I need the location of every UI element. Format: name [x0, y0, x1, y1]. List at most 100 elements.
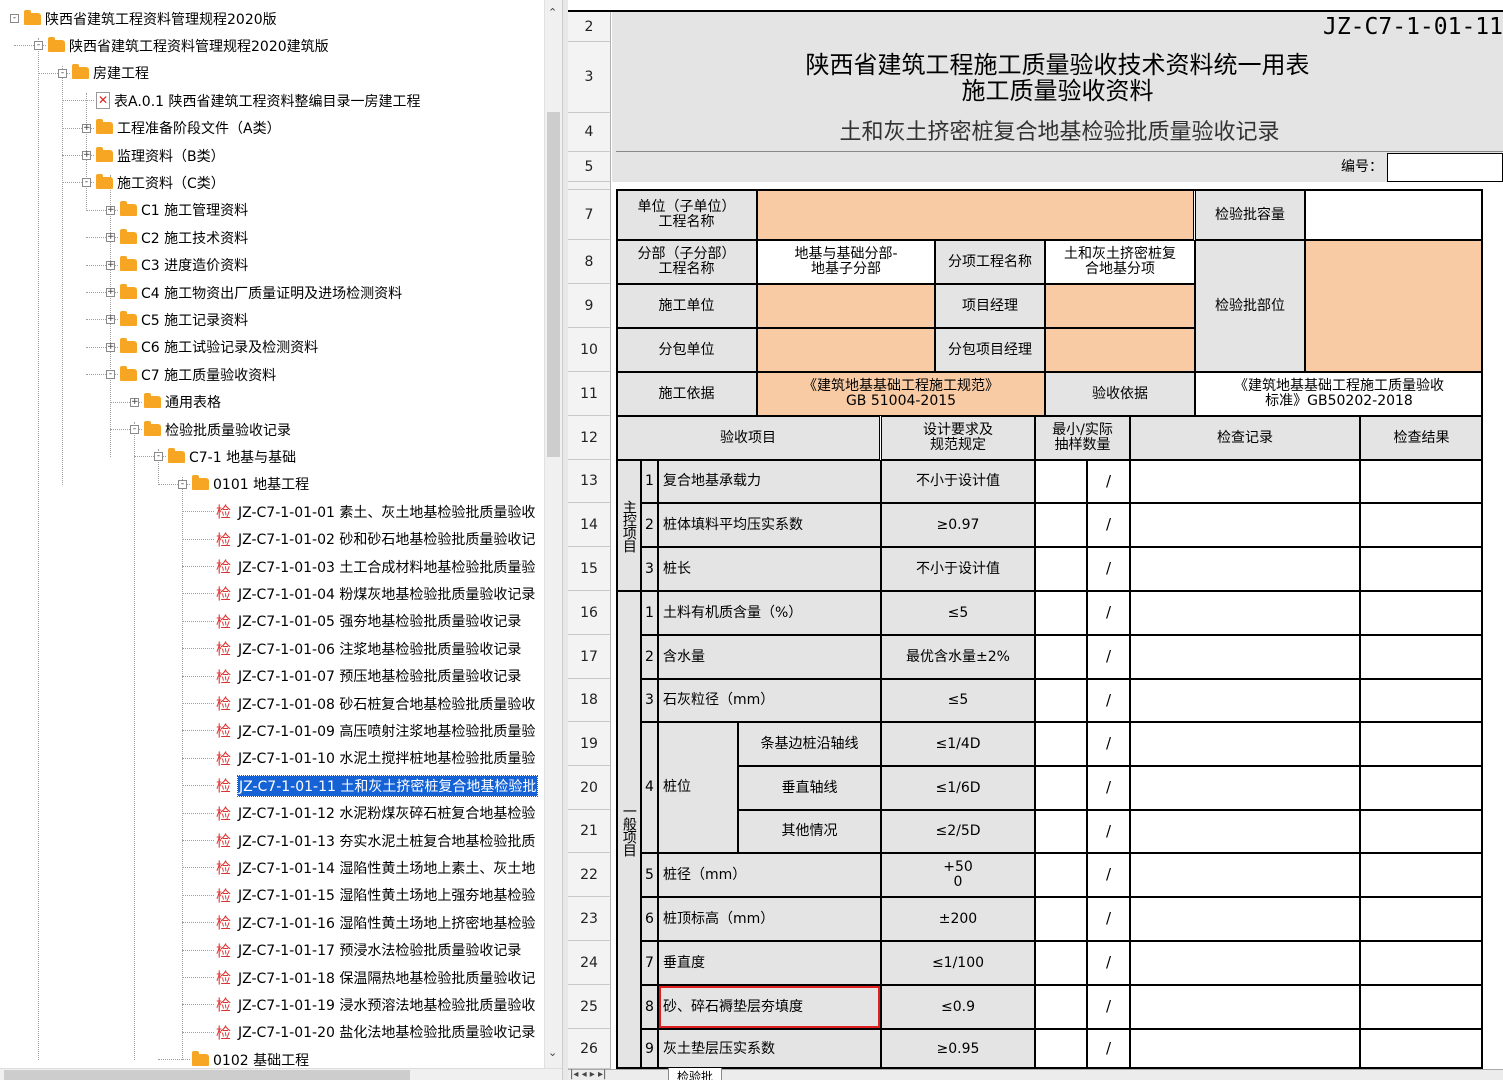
tree-item[interactable]: C2 施工技术资料: [120, 224, 248, 251]
tree-item-label[interactable]: JZ-C7-1-01-14 湿陷性黄土场地上素土、灰土地: [238, 858, 535, 878]
subcontract-unit-input[interactable]: [757, 328, 935, 372]
row-header[interactable]: 23: [568, 897, 611, 941]
sampling-min-input[interactable]: [1035, 1029, 1087, 1069]
row-header[interactable]: 9: [568, 284, 611, 328]
tree-item[interactable]: C6 施工试验记录及检测资料: [120, 334, 318, 361]
tree-item[interactable]: C1 施工管理资料: [120, 197, 248, 224]
tree-item[interactable]: C3 进度造价资料: [120, 252, 248, 279]
tree-item-label[interactable]: C1 施工管理资料: [141, 200, 248, 220]
tree-item[interactable]: 检 JZ-C7-1-01-07 预压地基检验批质量验收记录: [216, 663, 521, 690]
tree-item-label[interactable]: JZ-C7-1-01-03 土工合成材料地基检验批质量验: [238, 557, 535, 577]
expand-toggle-icon[interactable]: +: [82, 151, 91, 160]
sheet-tab[interactable]: 检验批: [668, 1068, 723, 1080]
tree-item[interactable]: 检 JZ-C7-1-01-16 湿陷性黄土场地上挤密地基检验: [216, 909, 535, 936]
expand-toggle-icon[interactable]: +: [106, 205, 115, 215]
row-header[interactable]: 21: [568, 810, 611, 853]
tree-item-label[interactable]: 通用表格: [165, 392, 221, 412]
tree-item-label[interactable]: 0101 地基工程: [213, 474, 309, 494]
tree-horizontal-scrollbar[interactable]: [0, 1068, 562, 1080]
sampling-min-input[interactable]: [1035, 460, 1087, 503]
tree-item[interactable]: 房建工程: [72, 60, 149, 87]
check-record-input[interactable]: [1130, 810, 1360, 853]
tree-item-label[interactable]: JZ-C7-1-01-15 湿陷性黄土场地上强夯地基检验: [238, 885, 535, 905]
scroll-thumb[interactable]: [547, 112, 560, 457]
tree-item-label[interactable]: C6 施工试验记录及检测资料: [141, 337, 318, 357]
sampling-min-input[interactable]: [1035, 810, 1087, 853]
row-header[interactable]: 18: [568, 679, 611, 722]
number-input[interactable]: [1387, 153, 1503, 182]
row-header[interactable]: 3: [568, 42, 611, 113]
tree-item[interactable]: 监理资料（B类）: [96, 142, 225, 169]
row-header[interactable]: 7: [568, 190, 611, 240]
sampling-min-input[interactable]: [1035, 853, 1087, 897]
tree-item[interactable]: C4 施工物资出厂质量证明及进场检测资料: [120, 279, 402, 306]
tree-item-label[interactable]: C2 施工技术资料: [141, 228, 248, 248]
hscroll-thumb[interactable]: [4, 1070, 410, 1080]
tree-item[interactable]: 检 JZ-C7-1-01-09 高压喷射注浆地基检验批质量验: [216, 717, 535, 744]
tree-item[interactable]: 检 JZ-C7-1-01-02 砂和砂石地基检验批质量验收记: [216, 526, 535, 553]
row-header[interactable]: 25: [568, 985, 611, 1029]
expand-toggle-icon[interactable]: +: [106, 315, 115, 325]
expand-toggle-icon[interactable]: +: [106, 342, 115, 352]
tree-item[interactable]: C5 施工记录资料: [120, 306, 248, 333]
collapse-toggle-icon[interactable]: -: [10, 14, 19, 23]
check-result-input[interactable]: [1360, 853, 1483, 897]
tree-item[interactable]: 施工资料（C类）: [96, 169, 225, 196]
row-header[interactable]: 2: [568, 12, 611, 42]
check-record-input[interactable]: [1130, 591, 1360, 635]
tree-item-label[interactable]: JZ-C7-1-01-18 保温隔热地基检验批质量验收记: [238, 968, 535, 988]
sheet-nav-arrows-icon[interactable]: |◂ ◂ ▸ ▸|: [570, 1069, 606, 1080]
check-record-input[interactable]: [1130, 460, 1360, 503]
tree-item-label[interactable]: JZ-C7-1-01-16 湿陷性黄土场地上挤密地基检验: [238, 913, 535, 933]
tree-item[interactable]: 检 JZ-C7-1-01-14 湿陷性黄土场地上素土、灰土地: [216, 854, 535, 881]
row-header[interactable]: 24: [568, 941, 611, 985]
check-record-input[interactable]: [1130, 766, 1360, 810]
sampling-min-input[interactable]: [1035, 941, 1087, 985]
row-header[interactable]: 4: [568, 113, 611, 152]
tree-item-label[interactable]: 陕西省建筑工程资料管理规程2020版: [45, 9, 277, 29]
tree-item-label[interactable]: JZ-C7-1-01-08 砂石桩复合地基检验批质量验收: [238, 694, 535, 714]
subcontract-manager-input[interactable]: [1045, 328, 1195, 372]
row-header[interactable]: 12: [568, 416, 611, 460]
tree-item[interactable]: 检 JZ-C7-1-01-18 保温隔热地基检验批质量验收记: [216, 964, 535, 991]
check-record-input[interactable]: [1130, 1029, 1360, 1069]
tree-item[interactable]: C7-1 地基与基础: [168, 443, 296, 470]
tree-item-label[interactable]: JZ-C7-1-01-09 高压喷射注浆地基检验批质量验: [238, 721, 535, 741]
check-result-input[interactable]: [1360, 766, 1483, 810]
batch-location-input[interactable]: [1305, 240, 1483, 372]
sampling-min-input[interactable]: [1035, 766, 1087, 810]
tree-item[interactable]: 检 JZ-C7-1-01-17 预浸水法检验批质量验收记录: [216, 937, 521, 964]
check-result-input[interactable]: [1360, 722, 1483, 766]
check-record-input[interactable]: [1130, 897, 1360, 941]
tree-item-label[interactable]: 施工资料（C类）: [117, 173, 225, 193]
tree-item[interactable]: 检 JZ-C7-1-01-11 土和灰土挤密桩复合地基检验批: [216, 772, 539, 799]
tree-item[interactable]: 检 JZ-C7-1-01-20 盐化法地基检验批质量验收记录: [216, 1019, 535, 1046]
check-record-input[interactable]: [1130, 679, 1360, 722]
check-result-input[interactable]: [1360, 503, 1483, 547]
row-header[interactable]: 10: [568, 328, 611, 372]
check-result-input[interactable]: [1360, 635, 1483, 679]
construction-unit-input[interactable]: [757, 284, 935, 328]
check-record-input[interactable]: [1130, 503, 1360, 547]
tree-item-label[interactable]: C4 施工物资出厂质量证明及进场检测资料: [141, 283, 402, 303]
tree-item[interactable]: 检 JZ-C7-1-01-06 注浆地基检验批质量验收记录: [216, 635, 521, 662]
tree-item-label[interactable]: JZ-C7-1-01-07 预压地基检验批质量验收记录: [238, 666, 521, 686]
row-header[interactable]: [568, 182, 611, 190]
sampling-min-input[interactable]: [1035, 897, 1087, 941]
sampling-min-input[interactable]: [1035, 635, 1087, 679]
tree-item-label[interactable]: 房建工程: [93, 63, 149, 83]
tree-item-label[interactable]: JZ-C7-1-01-20 盐化法地基检验批质量验收记录: [238, 1022, 535, 1042]
tree-item-label[interactable]: JZ-C7-1-01-05 强夯地基检验批质量验收记录: [238, 611, 521, 631]
row-header[interactable]: 14: [568, 503, 611, 547]
tree-item[interactable]: 检 JZ-C7-1-01-01 素土、灰土地基检验批质量验收: [216, 498, 535, 525]
sampling-min-input[interactable]: [1035, 722, 1087, 766]
tree-item[interactable]: 检 JZ-C7-1-01-19 浸水预溶法地基检验批质量验收: [216, 991, 535, 1018]
check-record-input[interactable]: [1130, 547, 1360, 591]
tree-item[interactable]: 检 JZ-C7-1-01-08 砂石桩复合地基检验批质量验收: [216, 690, 535, 717]
project-manager-input[interactable]: [1045, 284, 1195, 328]
tree-item-label[interactable]: JZ-C7-1-01-01 素土、灰土地基检验批质量验收: [238, 502, 535, 522]
check-result-input[interactable]: [1360, 941, 1483, 985]
check-result-input[interactable]: [1360, 591, 1483, 635]
expand-toggle-icon[interactable]: +: [106, 288, 115, 297]
row-header[interactable]: 8: [568, 240, 611, 284]
